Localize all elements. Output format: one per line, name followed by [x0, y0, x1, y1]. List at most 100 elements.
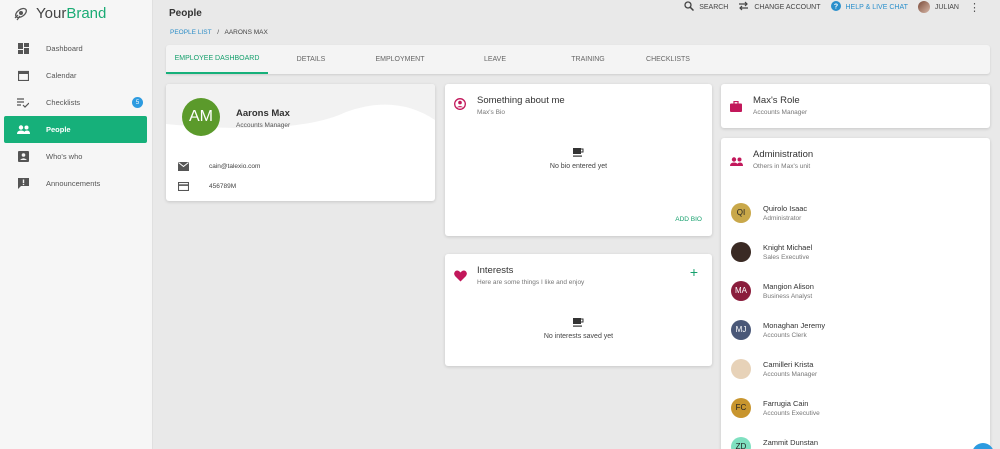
profile-card: AM Aarons Max Accounts Manager cain@tale…: [166, 84, 435, 201]
list-item[interactable]: Knight Michael Sales Executive: [731, 232, 825, 271]
checklist-icon: [16, 97, 30, 109]
person-avatar: FC: [731, 397, 751, 418]
list-item[interactable]: MA Mangion Alison Business Analyst: [731, 271, 825, 310]
interests-title: Interests: [477, 265, 514, 276]
credit-card-icon: [178, 182, 190, 191]
list-item[interactable]: MJ Monaghan Jeremy Accounts Clerk: [731, 310, 825, 349]
sidebar-item-label: Checklists: [46, 98, 81, 107]
person-name: Farrugia Cain: [763, 398, 809, 408]
checklist-count-badge: 5: [132, 97, 143, 108]
administration-subtitle: Others in Max's unit: [753, 163, 811, 170]
profile-avatar: AM: [182, 98, 220, 136]
sidebar: YourBrand Dashboard Calendar Checklists …: [0, 0, 153, 449]
sidebar-item-label: Announcements: [46, 179, 101, 188]
user-menu[interactable]: JULIAN: [917, 1, 959, 13]
person-avatar: QI: [731, 202, 751, 223]
add-interest-button[interactable]: +: [690, 264, 698, 280]
interests-empty-text: No interests saved yet: [543, 333, 614, 340]
administration-card: Administration Others in Max's unit QI Qu…: [721, 138, 990, 449]
role-subtitle: Accounts Manager: [753, 109, 808, 116]
person-role: Administrator: [763, 214, 802, 222]
bio-card: Something about me Max's Bio No bio ente…: [445, 84, 712, 236]
interests-header: Interests Here are some things I like an…: [477, 265, 584, 286]
person-text: Camilleri Krista Accounts Manager: [763, 360, 817, 378]
person-text: Knight Michael Sales Executive: [763, 243, 812, 261]
person-avatar: MJ: [731, 319, 751, 340]
sidebar-item-whos-who[interactable]: Who's who: [4, 143, 147, 170]
list-item[interactable]: QI Quirolo Isaac Administrator: [731, 193, 825, 232]
person-avatar: MA: [731, 280, 751, 301]
profile-email[interactable]: cain@talexio.com: [209, 163, 260, 170]
person-role: Business Analyst: [763, 292, 813, 300]
bio-subtitle: Max's Bio: [477, 109, 505, 116]
role-card: Max's Role Accounts Manager: [721, 84, 990, 128]
breadcrumb-people-list[interactable]: PEOPLE LIST: [170, 29, 211, 36]
group-icon: [730, 153, 743, 171]
person-avatar: ZD: [731, 436, 751, 449]
brand-name: YourBrand: [36, 4, 107, 22]
person-name: Zammit Dunstan: [763, 437, 819, 447]
person-text: Zammit DunstanDirector: [763, 438, 818, 449]
tab-training[interactable]: TRAINING: [544, 45, 632, 74]
person-avatar: [731, 241, 751, 262]
role-header: Max's Role Accounts Manager: [753, 95, 807, 116]
tab-bar: EMPLOYEE DASHBOARD DETAILS EMPLOYMENT LE…: [166, 45, 990, 74]
search-label: SEARCH: [699, 3, 729, 11]
administration-title: Administration: [753, 149, 814, 160]
person-text: Mangion Alison Business Analyst: [763, 282, 814, 300]
person-name: Knight Michael: [763, 242, 813, 252]
search-button[interactable]: SEARCH: [684, 1, 728, 13]
change-account-button[interactable]: CHANGE ACCOUNT: [738, 1, 821, 13]
bio-header: Something about me Max's Bio: [477, 95, 565, 116]
list-item[interactable]: ZD Zammit DunstanDirector: [731, 427, 825, 449]
sidebar-item-label: Who's who: [46, 152, 83, 161]
dashboard-icon: [16, 43, 30, 55]
user-name: JULIAN: [934, 3, 959, 11]
person-name: Monaghan Jeremy: [763, 320, 826, 330]
user-avatar: [917, 1, 930, 13]
sidebar-item-people[interactable]: People: [4, 116, 147, 143]
more-vert-icon[interactable]: ⋮: [969, 1, 980, 14]
list-item[interactable]: Camilleri Krista Accounts Manager: [731, 349, 825, 388]
announcement-icon: [16, 178, 30, 190]
bio-title: Something about me: [477, 95, 565, 106]
breadcrumb-separator: /: [217, 29, 220, 36]
profile-name: Aarons Max: [236, 108, 290, 119]
add-bio-button[interactable]: ADD BIO: [675, 216, 702, 223]
tab-checklists[interactable]: CHECKLISTS: [632, 45, 704, 74]
people-icon: [16, 124, 30, 136]
search-icon: [684, 1, 695, 13]
tab-leave[interactable]: LEAVE: [446, 45, 544, 74]
tab-employment[interactable]: EMPLOYMENT: [354, 45, 446, 74]
person-name: Mangion Alison: [763, 281, 814, 291]
profile-card-number-row: 456789M: [178, 182, 236, 191]
sidebar-item-calendar[interactable]: Calendar: [4, 62, 147, 89]
swap-icon: [738, 1, 749, 13]
brand[interactable]: YourBrand: [0, 0, 152, 26]
bio-empty-state: No bio entered yet: [445, 148, 712, 170]
sidebar-item-checklists[interactable]: Checklists 5: [4, 89, 147, 116]
tab-employee-dashboard[interactable]: EMPLOYEE DASHBOARD: [166, 45, 268, 74]
sidebar-item-label: Calendar: [46, 71, 77, 80]
tab-details[interactable]: DETAILS: [268, 45, 354, 74]
sidebar-item-announcements[interactable]: Announcements: [4, 170, 147, 197]
list-item[interactable]: FC Farrugia Cain Accounts Executive: [731, 388, 825, 427]
sidebar-item-dashboard[interactable]: Dashboard: [4, 35, 147, 62]
breadcrumb-current: AARONS MAX: [224, 29, 268, 36]
administration-header: Administration Others in Max's unit: [753, 149, 813, 170]
profile-card-number: 456789M: [209, 183, 237, 190]
change-account-label: CHANGE ACCOUNT: [754, 3, 821, 11]
person-role: Accounts Clerk: [763, 331, 807, 339]
profile-role: Accounts Manager: [236, 122, 291, 129]
sidebar-item-label: Dashboard: [46, 44, 83, 53]
interests-subtitle: Here are some things I like and enjoy: [477, 279, 585, 286]
rocket-logo-icon: [12, 4, 32, 22]
person-name: Camilleri Krista: [763, 359, 814, 369]
email-icon: [178, 162, 190, 171]
account-circle-icon: [454, 97, 466, 115]
person-avatar: [731, 358, 751, 379]
coffee-cup-icon: [445, 318, 712, 329]
role-title: Max's Role: [753, 95, 800, 106]
briefcase-icon: [730, 99, 742, 117]
help-live-chat-button[interactable]: ? HELP & LIVE CHAT: [830, 1, 908, 13]
